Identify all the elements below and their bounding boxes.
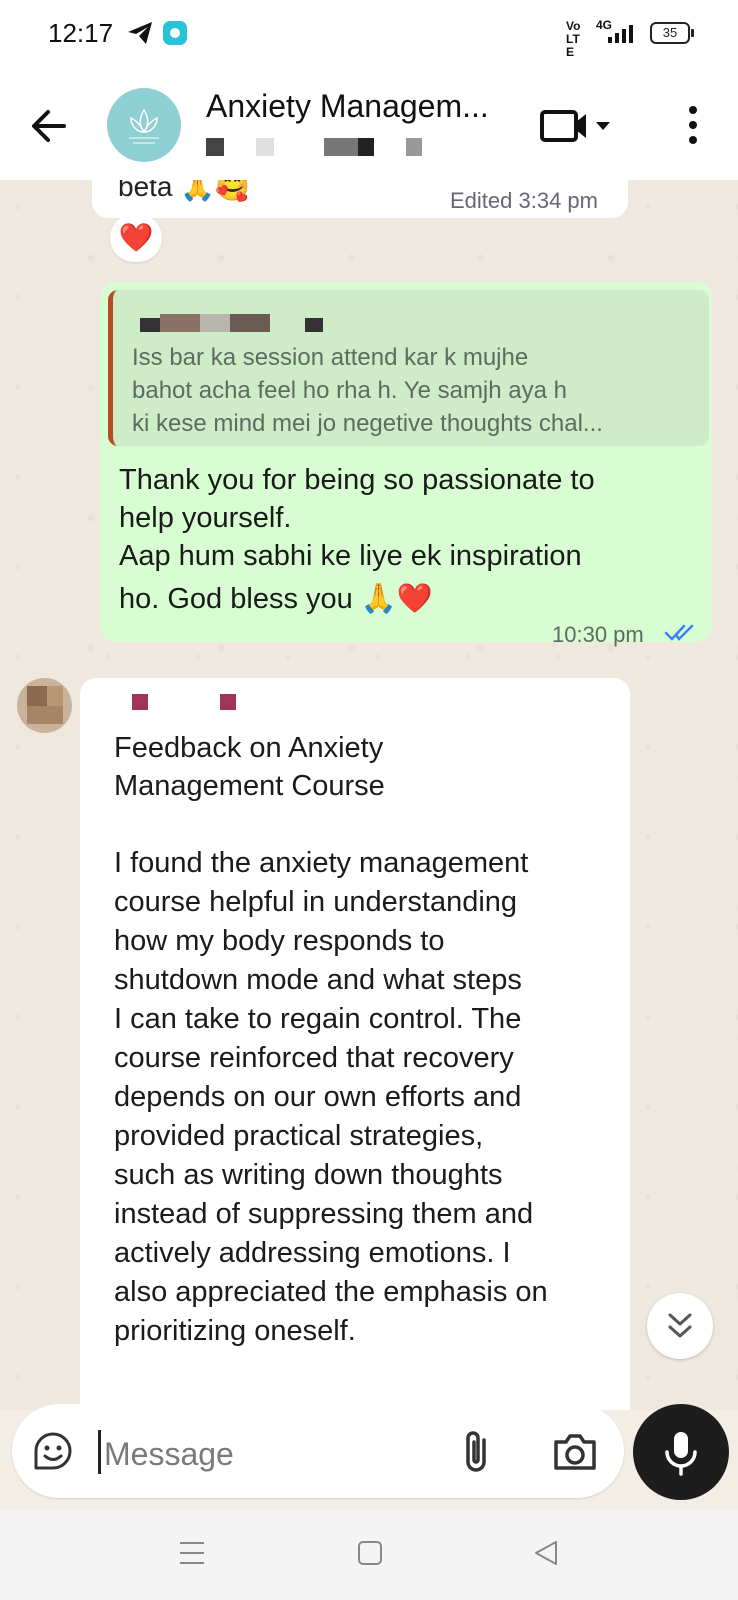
message-text-line: shutdown mode and what steps bbox=[114, 964, 522, 996]
message-input[interactable] bbox=[102, 1430, 436, 1478]
home-nav-icon[interactable] bbox=[356, 1538, 384, 1568]
mic-button[interactable] bbox=[633, 1404, 729, 1500]
chat-title[interactable]: Anxiety Managem... bbox=[206, 88, 489, 125]
message-text-line: provided practical strategies, bbox=[114, 1120, 484, 1152]
heart-reaction-icon: ❤️ bbox=[118, 222, 154, 253]
quoted-sender-redacted bbox=[140, 308, 330, 334]
message-text-line: ho. God bless you 🙏❤️ bbox=[119, 583, 434, 615]
message-text: beta 🙏🥰 bbox=[118, 180, 250, 203]
read-ticks-icon bbox=[664, 624, 694, 641]
sender-name-redacted bbox=[132, 694, 262, 712]
dropdown-icon bbox=[596, 122, 610, 130]
network-label: Vo LTE bbox=[566, 19, 581, 59]
telegram-icon bbox=[128, 22, 152, 44]
chat-area[interactable]: beta 🙏🥰 Edited 3:34 pm ❤️ Iss bar ka ses… bbox=[0, 180, 738, 1410]
text-cursor bbox=[98, 1430, 101, 1474]
message-text-line: instead of suppressing them and bbox=[114, 1198, 534, 1230]
quote-text-line: Iss bar ka session attend kar k mujhe bbox=[132, 344, 529, 371]
message-text-line: I found the anxiety management bbox=[114, 847, 529, 879]
camera-icon[interactable] bbox=[552, 1430, 598, 1474]
message-timestamp: 10:30 pm bbox=[552, 622, 644, 647]
participants-subtitle-redacted bbox=[206, 136, 506, 158]
message-text-line: such as writing down thoughts bbox=[114, 1159, 503, 1191]
status-bar: 12:17 Vo LTE 4G 35 bbox=[0, 0, 738, 70]
menu-nav-icon[interactable] bbox=[178, 1538, 206, 1568]
app-notification-icon bbox=[163, 21, 187, 45]
video-call-icon[interactable] bbox=[540, 106, 610, 146]
quote-text-line: bahot acha feel ho rha h. Ye samjh aya h bbox=[132, 377, 567, 404]
more-vert-icon[interactable] bbox=[678, 100, 708, 150]
system-nav-bar bbox=[0, 1510, 738, 1600]
reaction-badge[interactable]: ❤️ bbox=[110, 214, 162, 262]
status-time: 12:17 bbox=[48, 18, 114, 48]
message-text-line: beta bbox=[118, 180, 173, 202]
message-text-line: prioritizing oneself. bbox=[114, 1315, 356, 1347]
signal-icon bbox=[608, 25, 633, 43]
message-text-line: also appreciated the emphasis on bbox=[114, 1276, 548, 1308]
sticker-icon[interactable] bbox=[30, 1428, 76, 1474]
double-chevron-down-icon bbox=[668, 1313, 692, 1338]
mic-icon bbox=[665, 1432, 697, 1476]
message-text-line: how my body responds to bbox=[114, 925, 445, 957]
message-timestamp: Edited 3:34 pm bbox=[450, 188, 598, 213]
message-text-line: help yourself. bbox=[119, 502, 292, 534]
chat-header: Anxiety Managem... bbox=[0, 70, 738, 180]
group-avatar[interactable] bbox=[107, 88, 181, 162]
message-text-line: actively addressing emotions. I bbox=[114, 1237, 511, 1269]
attach-icon[interactable] bbox=[456, 1428, 496, 1476]
message-text-line: Thank you for being so passionate to bbox=[119, 464, 595, 496]
emoji: 🙏🥰 bbox=[180, 180, 251, 202]
message-text-line: course reinforced that recovery bbox=[114, 1042, 514, 1074]
message-text-line: Feedback on Anxiety bbox=[114, 732, 384, 764]
back-nav-icon[interactable] bbox=[532, 1538, 560, 1568]
sender-avatar[interactable] bbox=[17, 678, 72, 733]
battery-icon: 35 bbox=[650, 22, 694, 44]
back-arrow-icon[interactable] bbox=[28, 104, 72, 148]
message-text-line: Aap hum sabhi ke liye ek inspiration bbox=[119, 540, 582, 572]
scroll-to-bottom-button[interactable] bbox=[647, 1293, 713, 1359]
quote-text-line: ki kese mind mei jo negetive thoughts ch… bbox=[132, 410, 603, 437]
message-text-line: Management Course bbox=[114, 770, 385, 802]
message-text-line: course helpful in understanding bbox=[114, 886, 518, 918]
message-text-line: I can take to regain control. The bbox=[114, 1003, 522, 1035]
message-text-line: depends on our own efforts and bbox=[114, 1081, 522, 1113]
lotus-logo-icon bbox=[129, 108, 159, 144]
